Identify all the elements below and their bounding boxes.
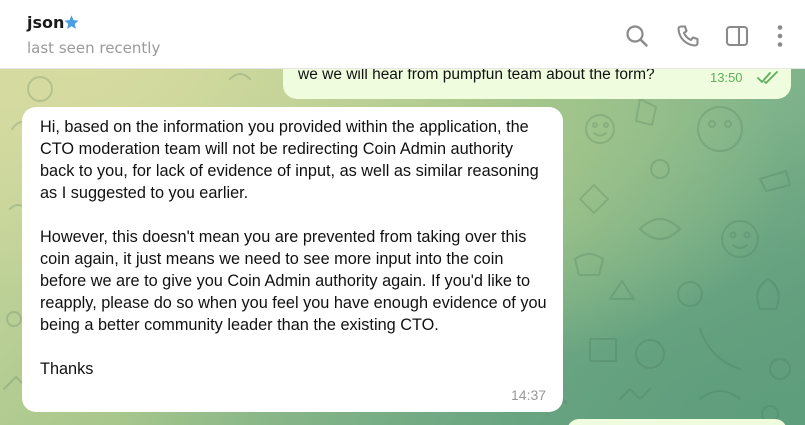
- last-seen-status: last seen recently: [27, 39, 161, 57]
- double-check-icon: [757, 71, 778, 84]
- message-time: 13:50: [710, 70, 743, 85]
- message-paragraph: However, this doesn't mean you are preve…: [40, 228, 547, 334]
- search-button[interactable]: [624, 23, 650, 49]
- next-outgoing-message-partial[interactable]: [567, 419, 787, 425]
- chat-header: json last seen recently: [0, 0, 805, 69]
- search-icon: [626, 25, 648, 47]
- star-icon: [64, 15, 79, 29]
- phone-icon: [677, 25, 699, 47]
- message-time: 14:37: [511, 387, 547, 403]
- more-options-button[interactable]: [767, 23, 793, 49]
- incoming-message[interactable]: Hi, based on the information you provide…: [22, 107, 563, 412]
- sidebar-toggle-button[interactable]: [724, 23, 750, 49]
- sidebar-toggle-icon: [725, 25, 749, 47]
- message-text: we we will hear from pumpfun team about …: [298, 69, 655, 83]
- contact-name[interactable]: json: [27, 13, 64, 32]
- call-button[interactable]: [675, 23, 701, 49]
- outgoing-message[interactable]: we we will hear from pumpfun team about …: [283, 69, 791, 99]
- message-paragraph: Thanks: [40, 360, 94, 378]
- chat-area[interactable]: we we will hear from pumpfun team about …: [0, 69, 805, 425]
- more-options-icon: [777, 25, 783, 47]
- message-body: Hi, based on the information you provide…: [40, 116, 550, 380]
- message-paragraph: Hi, based on the information you provide…: [40, 118, 539, 202]
